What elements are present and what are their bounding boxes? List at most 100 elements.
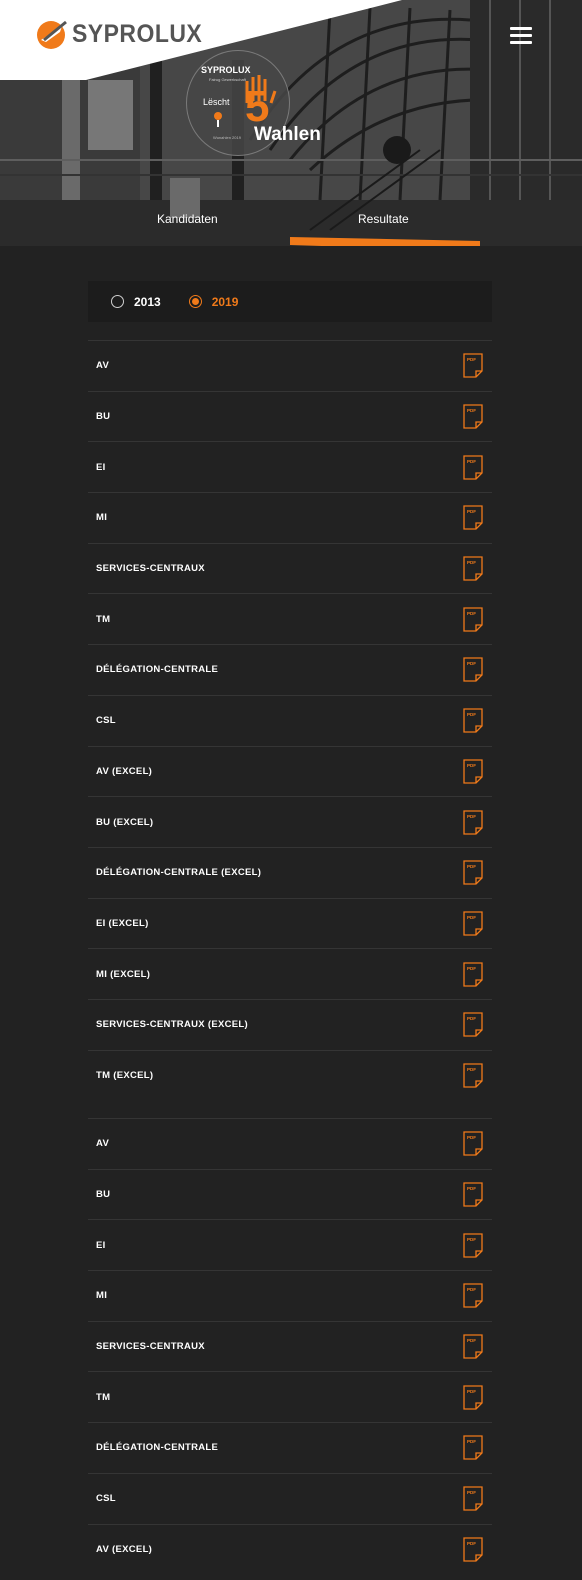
pdf-icon[interactable]: PDF [463, 1131, 483, 1156]
year-filter: 2013 2019 [88, 281, 492, 322]
radio-button-icon[interactable] [111, 295, 124, 308]
pdf-icon-label: PDF [467, 1287, 476, 1292]
pdf-icon-label: PDF [467, 763, 476, 768]
pdf-icon-label: PDF [467, 966, 476, 971]
result-label: AV (EXCEL) [96, 1543, 153, 1555]
result-download-row[interactable]: MI (EXCEL) PDF [88, 948, 492, 999]
result-download-row[interactable]: AV PDF [88, 340, 492, 391]
result-download-row[interactable]: DÉLÉGATION-CENTRALE (EXCEL) PDF [88, 846, 492, 898]
pdf-icon[interactable]: PDF [463, 1063, 483, 1088]
logo-wordmark: SYPROLUX [72, 19, 203, 48]
pdf-icon-label: PDF [467, 712, 476, 717]
pdf-icon[interactable]: PDF [463, 1012, 483, 1037]
pdf-icon-label: PDF [467, 560, 476, 565]
year-label: 2013 [134, 294, 161, 309]
pdf-icon[interactable]: PDF [463, 961, 483, 987]
result-label: BU [96, 411, 111, 423]
result-label: AV (EXCEL) [96, 765, 153, 777]
pdf-icon-label: PDF [467, 1067, 476, 1072]
result-label: AV [96, 1138, 110, 1150]
pdf-icon[interactable]: PDF [463, 404, 483, 429]
pdf-icon[interactable]: PDF [463, 1537, 483, 1562]
pdf-icon[interactable]: PDF [463, 353, 483, 378]
pdf-icon[interactable]: PDF [463, 657, 483, 683]
result-label: MI [96, 1290, 108, 1302]
pdf-icon[interactable]: PDF [463, 1385, 483, 1410]
result-download-row[interactable]: SERVICES-CENTRAUX (EXCEL) PDF [88, 998, 492, 1050]
result-label: AV [96, 360, 110, 372]
pdf-icon-label: PDF [467, 459, 476, 464]
result-download-row[interactable]: TM (EXCEL) PDF [88, 1049, 492, 1101]
pdf-icon[interactable]: PDF [463, 1486, 483, 1511]
pdf-icon[interactable]: PDF [463, 1435, 483, 1461]
result-label: EI (EXCEL) [96, 917, 149, 929]
pdf-icon-label: PDF [467, 1338, 476, 1343]
result-download-row[interactable]: TM PDF [88, 593, 492, 644]
result-download-row[interactable]: TM PDF [88, 1371, 492, 1422]
radio-button-checked-icon[interactable] [188, 295, 202, 308]
pdf-icon-label: PDF [467, 509, 476, 514]
pdf-icon-label: PDF [467, 357, 476, 362]
result-label: EI [96, 461, 106, 473]
result-download-row[interactable]: DÉLÉGATION-CENTRALE PDF [88, 644, 492, 695]
result-label: EI [96, 1239, 106, 1251]
syprolux-logo-mark [37, 20, 67, 49]
pdf-icon-label: PDF [467, 814, 476, 819]
active-tab-indicator [290, 237, 480, 246]
pdf-icon[interactable]: PDF [463, 759, 483, 784]
result-download-row[interactable]: EI PDF [88, 441, 492, 492]
pdf-icon[interactable]: PDF [463, 505, 483, 531]
result-download-row[interactable]: AV (EXCEL) PDF [88, 1523, 492, 1575]
result-download-row[interactable]: CSL PDF [88, 1472, 492, 1524]
pdf-icon[interactable]: PDF [463, 860, 483, 885]
result-label: SERVICES-CENTRAUX [96, 1341, 205, 1353]
result-download-row[interactable]: DÉLÉGATION-CENTRALE PDF [88, 1422, 492, 1473]
pdf-icon[interactable]: PDF [463, 809, 483, 835]
result-download-row[interactable]: BU PDF [88, 390, 492, 442]
pdf-icon[interactable]: PDF [463, 1233, 483, 1258]
result-download-row[interactable]: EI PDF [88, 1219, 492, 1270]
tab-resultate[interactable]: Resultate [358, 212, 409, 226]
badge-footer: Wunahlen 2019 [213, 135, 241, 140]
result-download-row[interactable]: MI PDF [88, 492, 492, 543]
result-label: SERVICES-CENTRAUX [96, 563, 205, 575]
pdf-icon-label: PDF [467, 1186, 476, 1191]
pdf-icon-label: PDF [467, 611, 476, 616]
result-label: CSL [96, 715, 116, 727]
results-list-secondary: AV PDF BU PDF EI PDF MI PDF SERVICES-CENTRAUX PDF… [88, 1118, 492, 1574]
tab-kandidaten[interactable]: Kandidaten [157, 212, 218, 226]
result-label: DÉLÉGATION-CENTRALE (EXCEL) [96, 867, 262, 879]
result-download-row[interactable]: CSL PDF [88, 694, 492, 746]
result-download-row[interactable]: SERVICES-CENTRAUX PDF [88, 1320, 492, 1372]
pdf-icon-label: PDF [467, 661, 476, 666]
pdf-icon[interactable]: PDF [463, 1334, 483, 1359]
badge-list-label: Lëscht [203, 97, 230, 107]
result-download-row[interactable]: BU (EXCEL) PDF [88, 796, 492, 847]
pdf-icon-label: PDF [467, 1016, 476, 1021]
result-label: MI (EXCEL) [96, 968, 151, 980]
page-title: Wahlen [254, 124, 321, 145]
pdf-icon[interactable]: PDF [463, 1283, 483, 1309]
syprolux-logo[interactable]: SYPROLUX [36, 18, 214, 50]
pdf-icon[interactable]: PDF [463, 1182, 483, 1207]
pdf-icon[interactable]: PDF [463, 607, 483, 632]
pdf-icon-label: PDF [467, 1135, 476, 1140]
pdf-icon-label: PDF [467, 1237, 476, 1242]
pdf-icon[interactable]: PDF [463, 556, 483, 581]
result-download-row[interactable]: BU PDF [88, 1168, 492, 1220]
pdf-icon[interactable]: PDF [463, 455, 483, 480]
year-radio-2013[interactable]: 2013 [111, 295, 161, 309]
result-download-row[interactable]: SERVICES-CENTRAUX PDF [88, 542, 492, 594]
year-label: 2019 [211, 294, 239, 309]
result-download-row[interactable]: AV PDF [88, 1118, 492, 1169]
year-radio-2019[interactable]: 2019 [188, 294, 239, 309]
pdf-icon[interactable]: PDF [463, 911, 483, 936]
pdf-icon[interactable]: PDF [463, 708, 483, 733]
result-label: MI [96, 512, 108, 524]
result-download-row[interactable]: MI PDF [88, 1270, 492, 1321]
result-download-row[interactable]: AV (EXCEL) PDF [88, 745, 492, 797]
result-label: DÉLÉGATION-CENTRALE [96, 664, 219, 676]
result-download-row[interactable]: EI (EXCEL) PDF [88, 897, 492, 949]
result-label: TM (EXCEL) [96, 1069, 154, 1081]
hamburger-menu-button[interactable] [510, 27, 532, 45]
